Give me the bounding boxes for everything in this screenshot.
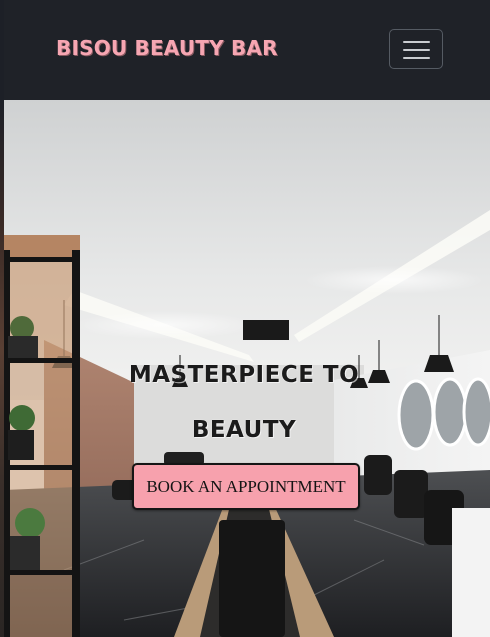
brand-logo-text[interactable]: BISOU BEAUTY BAR — [56, 36, 278, 60]
hero-heading-line-1: MASTERPIECE TO — [128, 362, 360, 388]
page: BISOU BEAUTY BAR MASTERPIECE TO BEAUTY B… — [0, 0, 490, 637]
book-appointment-button[interactable]: BOOK AN APPOINTMENT — [132, 463, 360, 510]
hero-section: MASTERPIECE TO BEAUTY BOOK AN APPOINTMEN… — [4, 100, 490, 637]
hero-heading-line-2: BEAUTY — [191, 417, 297, 443]
navbar-toggle-button[interactable] — [389, 29, 443, 69]
hero-heading: MASTERPIECE TO BEAUTY — [114, 348, 374, 458]
top-navbar: BISOU BEAUTY BAR — [4, 0, 490, 100]
